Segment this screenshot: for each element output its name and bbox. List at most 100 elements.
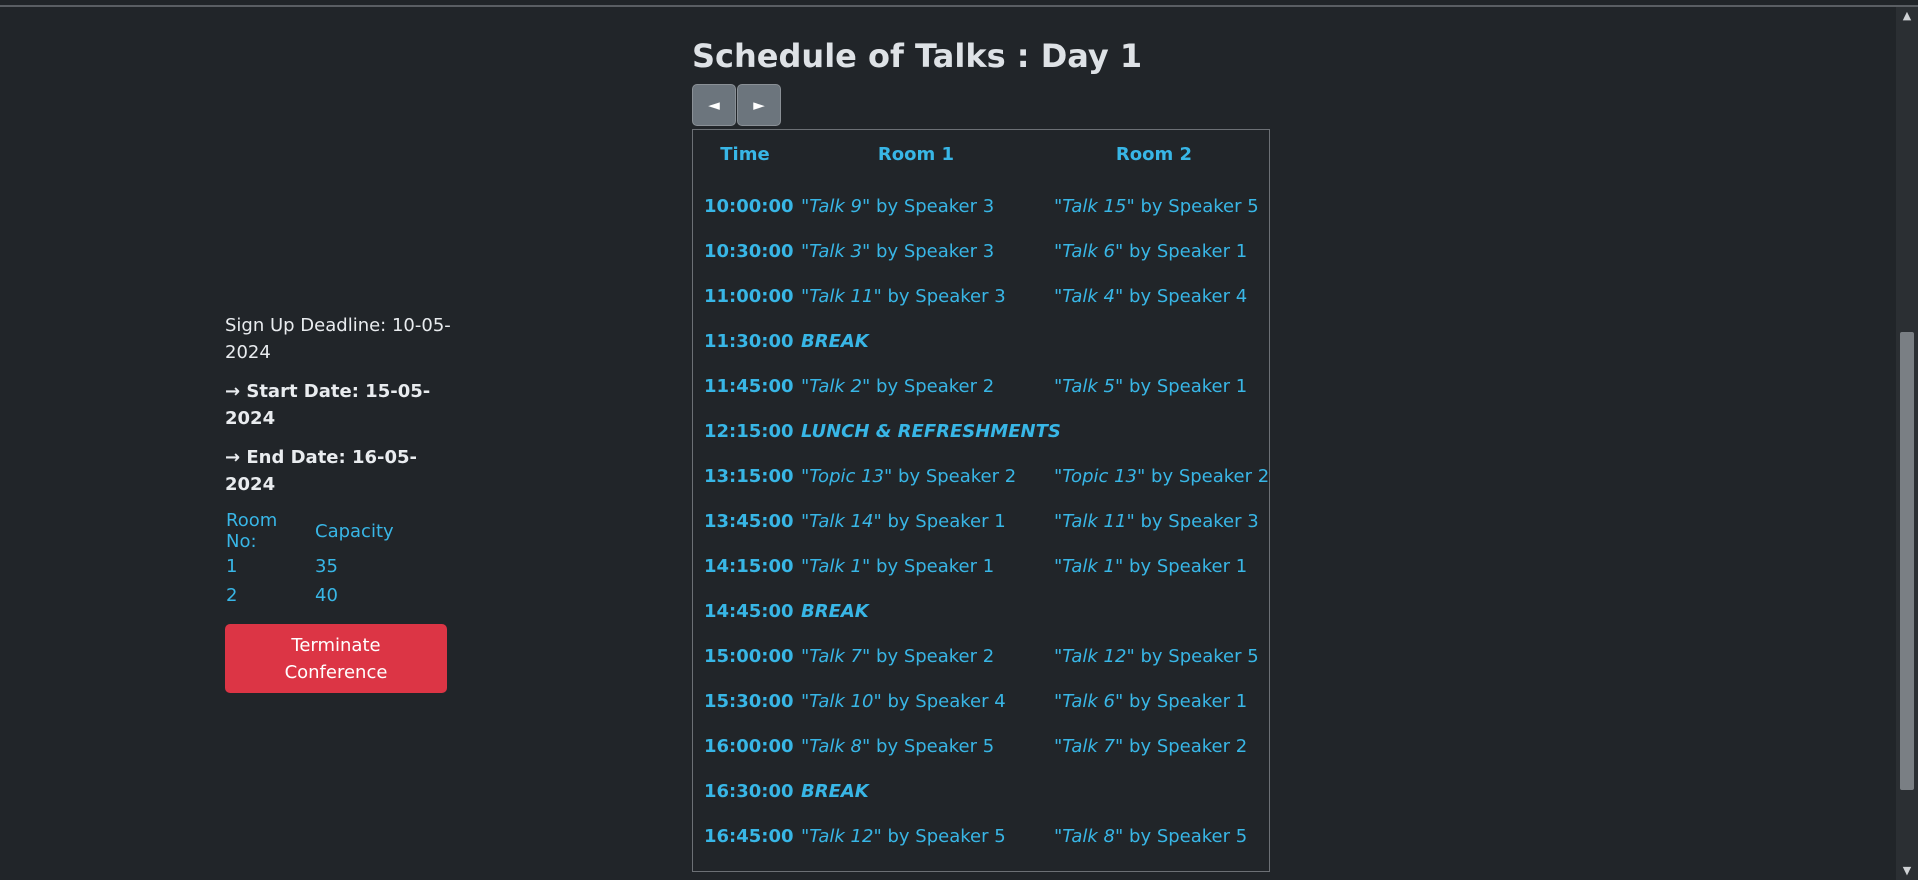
slot-time: 11:45:00 bbox=[704, 376, 794, 397]
talk-speaker: by Speaker 1 bbox=[881, 511, 1006, 532]
room2-talk: "Talk 12" by Speaker 5 bbox=[1054, 646, 1259, 667]
schedule-row: 11:00:00 "Talk 11" by Speaker 3 "Talk 4" b… bbox=[693, 276, 1269, 321]
slot-time: 12:15:00 bbox=[704, 421, 794, 442]
room1-talk: "Talk 14" by Speaker 1 bbox=[801, 511, 1006, 532]
schedule-header: Time Room 1 Room 2 bbox=[693, 130, 1269, 180]
talk-speaker: by Speaker 5 bbox=[870, 736, 995, 757]
talk-title: "Talk 8" bbox=[1054, 826, 1124, 847]
room-table-header: Room No: Capacity bbox=[225, 510, 396, 552]
talk-title: "Talk 14" bbox=[801, 511, 882, 532]
talk-title: "Talk 9" bbox=[801, 196, 871, 217]
slot-special: BREAK bbox=[801, 781, 869, 802]
talk-speaker: by Speaker 5 bbox=[1134, 646, 1259, 667]
room2-talk: "Talk 5" by Speaker 1 bbox=[1054, 376, 1247, 397]
room1-talk: "Talk 1" by Speaker 1 bbox=[801, 556, 994, 577]
schedule-row: 15:30:00 "Talk 10" by Speaker 4 "Talk 6" b… bbox=[693, 681, 1269, 726]
talk-speaker: by Speaker 5 bbox=[1123, 826, 1248, 847]
talk-speaker: by Speaker 1 bbox=[870, 556, 995, 577]
talk-title: "Talk 12" bbox=[801, 826, 882, 847]
talk-speaker: by Speaker 3 bbox=[870, 241, 995, 262]
schedule-section: Schedule of Talks : Day 1 ◄ ► Time Room … bbox=[692, 34, 1270, 872]
slot-time: 10:00:00 bbox=[704, 196, 794, 217]
slot-time: 14:15:00 bbox=[704, 556, 794, 577]
conference-info-panel: Sign Up Deadline: 10-05-2024 → Start Dat… bbox=[225, 312, 455, 693]
talk-title: "Talk 7" bbox=[801, 646, 871, 667]
talk-speaker: by Speaker 1 bbox=[1123, 556, 1248, 577]
talk-title: "Talk 6" bbox=[1054, 241, 1124, 262]
slot-special: LUNCH & REFRESHMENTS bbox=[801, 421, 1061, 442]
talk-speaker: by Speaker 2 bbox=[1123, 736, 1248, 757]
room-no-header: Room No: bbox=[226, 510, 278, 552]
scroll-up-icon[interactable]: ▲ bbox=[1896, 7, 1918, 25]
schedule-row: 14:15:00 "Talk 1" by Speaker 1 "Talk 1" by… bbox=[693, 546, 1269, 591]
room-capacity-table: Room No: Capacity 1 35 2 40 bbox=[225, 510, 396, 610]
talk-title: "Talk 3" bbox=[801, 241, 871, 262]
talk-speaker: by Speaker 4 bbox=[1123, 286, 1248, 307]
talk-speaker: by Speaker 3 bbox=[870, 196, 995, 217]
room2-talk: "Talk 6" by Speaker 1 bbox=[1054, 691, 1247, 712]
talk-speaker: by Speaker 5 bbox=[881, 826, 1006, 847]
room1-talk: "Talk 2" by Speaker 2 bbox=[801, 376, 994, 397]
room1-talk: "Talk 10" by Speaker 4 bbox=[801, 691, 1006, 712]
scroll-thumb[interactable] bbox=[1900, 332, 1914, 790]
slot-time: 11:00:00 bbox=[704, 286, 794, 307]
signup-deadline: Sign Up Deadline: 10-05-2024 bbox=[225, 315, 451, 363]
talk-speaker: by Speaker 1 bbox=[1123, 241, 1248, 262]
slot-time: 16:30:00 bbox=[704, 781, 794, 802]
room2-talk: "Talk 15" by Speaker 5 bbox=[1054, 196, 1259, 217]
scroll-down-icon[interactable]: ▼ bbox=[1896, 862, 1918, 880]
slot-time: 13:15:00 bbox=[704, 466, 794, 487]
room1-talk: "Talk 7" by Speaker 2 bbox=[801, 646, 994, 667]
schedule-row: 13:15:00 "Topic 13" by Speaker 2 "Topic 13… bbox=[693, 456, 1269, 501]
capacity-header: Capacity bbox=[315, 520, 394, 542]
room2-header: Room 2 bbox=[1115, 144, 1193, 165]
schedule-row: 13:45:00 "Talk 14" by Speaker 1 "Talk 11" … bbox=[693, 501, 1269, 546]
schedule-row: 10:30:00 "Talk 3" by Speaker 3 "Talk 6" by… bbox=[693, 231, 1269, 276]
terminate-conference-button[interactable]: Terminate Conference bbox=[225, 624, 447, 693]
room-capacity: 35 bbox=[315, 556, 338, 577]
talk-speaker: by Speaker 4 bbox=[881, 691, 1006, 712]
talk-title: "Talk 12" bbox=[1054, 646, 1135, 667]
talk-speaker: by Speaker 2 bbox=[892, 466, 1017, 487]
slot-time: 16:00:00 bbox=[704, 736, 794, 757]
talk-title: "Topic 13" bbox=[801, 466, 893, 487]
page-scrollbar[interactable]: ▲ ▼ bbox=[1896, 7, 1918, 880]
schedule-row: 11:30:00 BREAK bbox=[693, 321, 1269, 366]
slot-special: BREAK bbox=[801, 331, 869, 352]
room2-talk: "Talk 6" by Speaker 1 bbox=[1054, 241, 1247, 262]
room1-talk: "Topic 13" by Speaker 2 bbox=[801, 466, 1016, 487]
prev-day-button[interactable]: ◄ bbox=[692, 84, 736, 126]
talk-title: "Talk 5" bbox=[1054, 376, 1124, 397]
talk-speaker: by Speaker 1 bbox=[1123, 376, 1248, 397]
schedule-table: Time Room 1 Room 2 10:00:00 "Talk 9" by S… bbox=[692, 129, 1270, 872]
schedule-row: 16:00:00 "Talk 8" by Speaker 5 "Talk 7" by… bbox=[693, 726, 1269, 771]
room-row: 2 40 bbox=[225, 581, 396, 610]
schedule-row: 16:30:00 BREAK bbox=[693, 771, 1269, 816]
page-title: Schedule of Talks : Day 1 bbox=[692, 37, 1143, 75]
slot-time: 13:45:00 bbox=[704, 511, 794, 532]
next-day-button[interactable]: ► bbox=[737, 84, 781, 126]
talk-title: "Talk 7" bbox=[1054, 736, 1124, 757]
schedule-row: 14:45:00 BREAK bbox=[693, 591, 1269, 636]
room1-talk: "Talk 9" by Speaker 3 bbox=[801, 196, 994, 217]
talk-title: "Talk 11" bbox=[1054, 511, 1135, 532]
talk-speaker: by Speaker 2 bbox=[1145, 466, 1270, 487]
talk-title: "Talk 8" bbox=[801, 736, 871, 757]
talk-title: "Talk 15" bbox=[1054, 196, 1135, 217]
talk-speaker: by Speaker 3 bbox=[881, 286, 1006, 307]
room1-talk: "Talk 12" by Speaker 5 bbox=[801, 826, 1006, 847]
room-capacity: 40 bbox=[315, 585, 338, 606]
room1-talk: "Talk 8" by Speaker 5 bbox=[801, 736, 994, 757]
schedule-row: 10:00:00 "Talk 9" by Speaker 3 "Talk 15" b… bbox=[693, 186, 1269, 231]
time-header: Time bbox=[720, 144, 770, 165]
slot-time: 16:45:00 bbox=[704, 826, 794, 847]
talk-title: "Talk 2" bbox=[801, 376, 871, 397]
room2-talk: "Talk 7" by Speaker 2 bbox=[1054, 736, 1247, 757]
room-no: 2 bbox=[226, 585, 238, 606]
room2-talk: "Talk 1" by Speaker 1 bbox=[1054, 556, 1247, 577]
room1-talk: "Talk 11" by Speaker 3 bbox=[801, 286, 1006, 307]
end-date: → End Date: 16-05-2024 bbox=[225, 447, 418, 495]
talk-title: "Talk 10" bbox=[801, 691, 882, 712]
talk-speaker: by Speaker 2 bbox=[870, 376, 995, 397]
schedule-row: 11:45:00 "Talk 2" by Speaker 2 "Talk 5" by… bbox=[693, 366, 1269, 411]
